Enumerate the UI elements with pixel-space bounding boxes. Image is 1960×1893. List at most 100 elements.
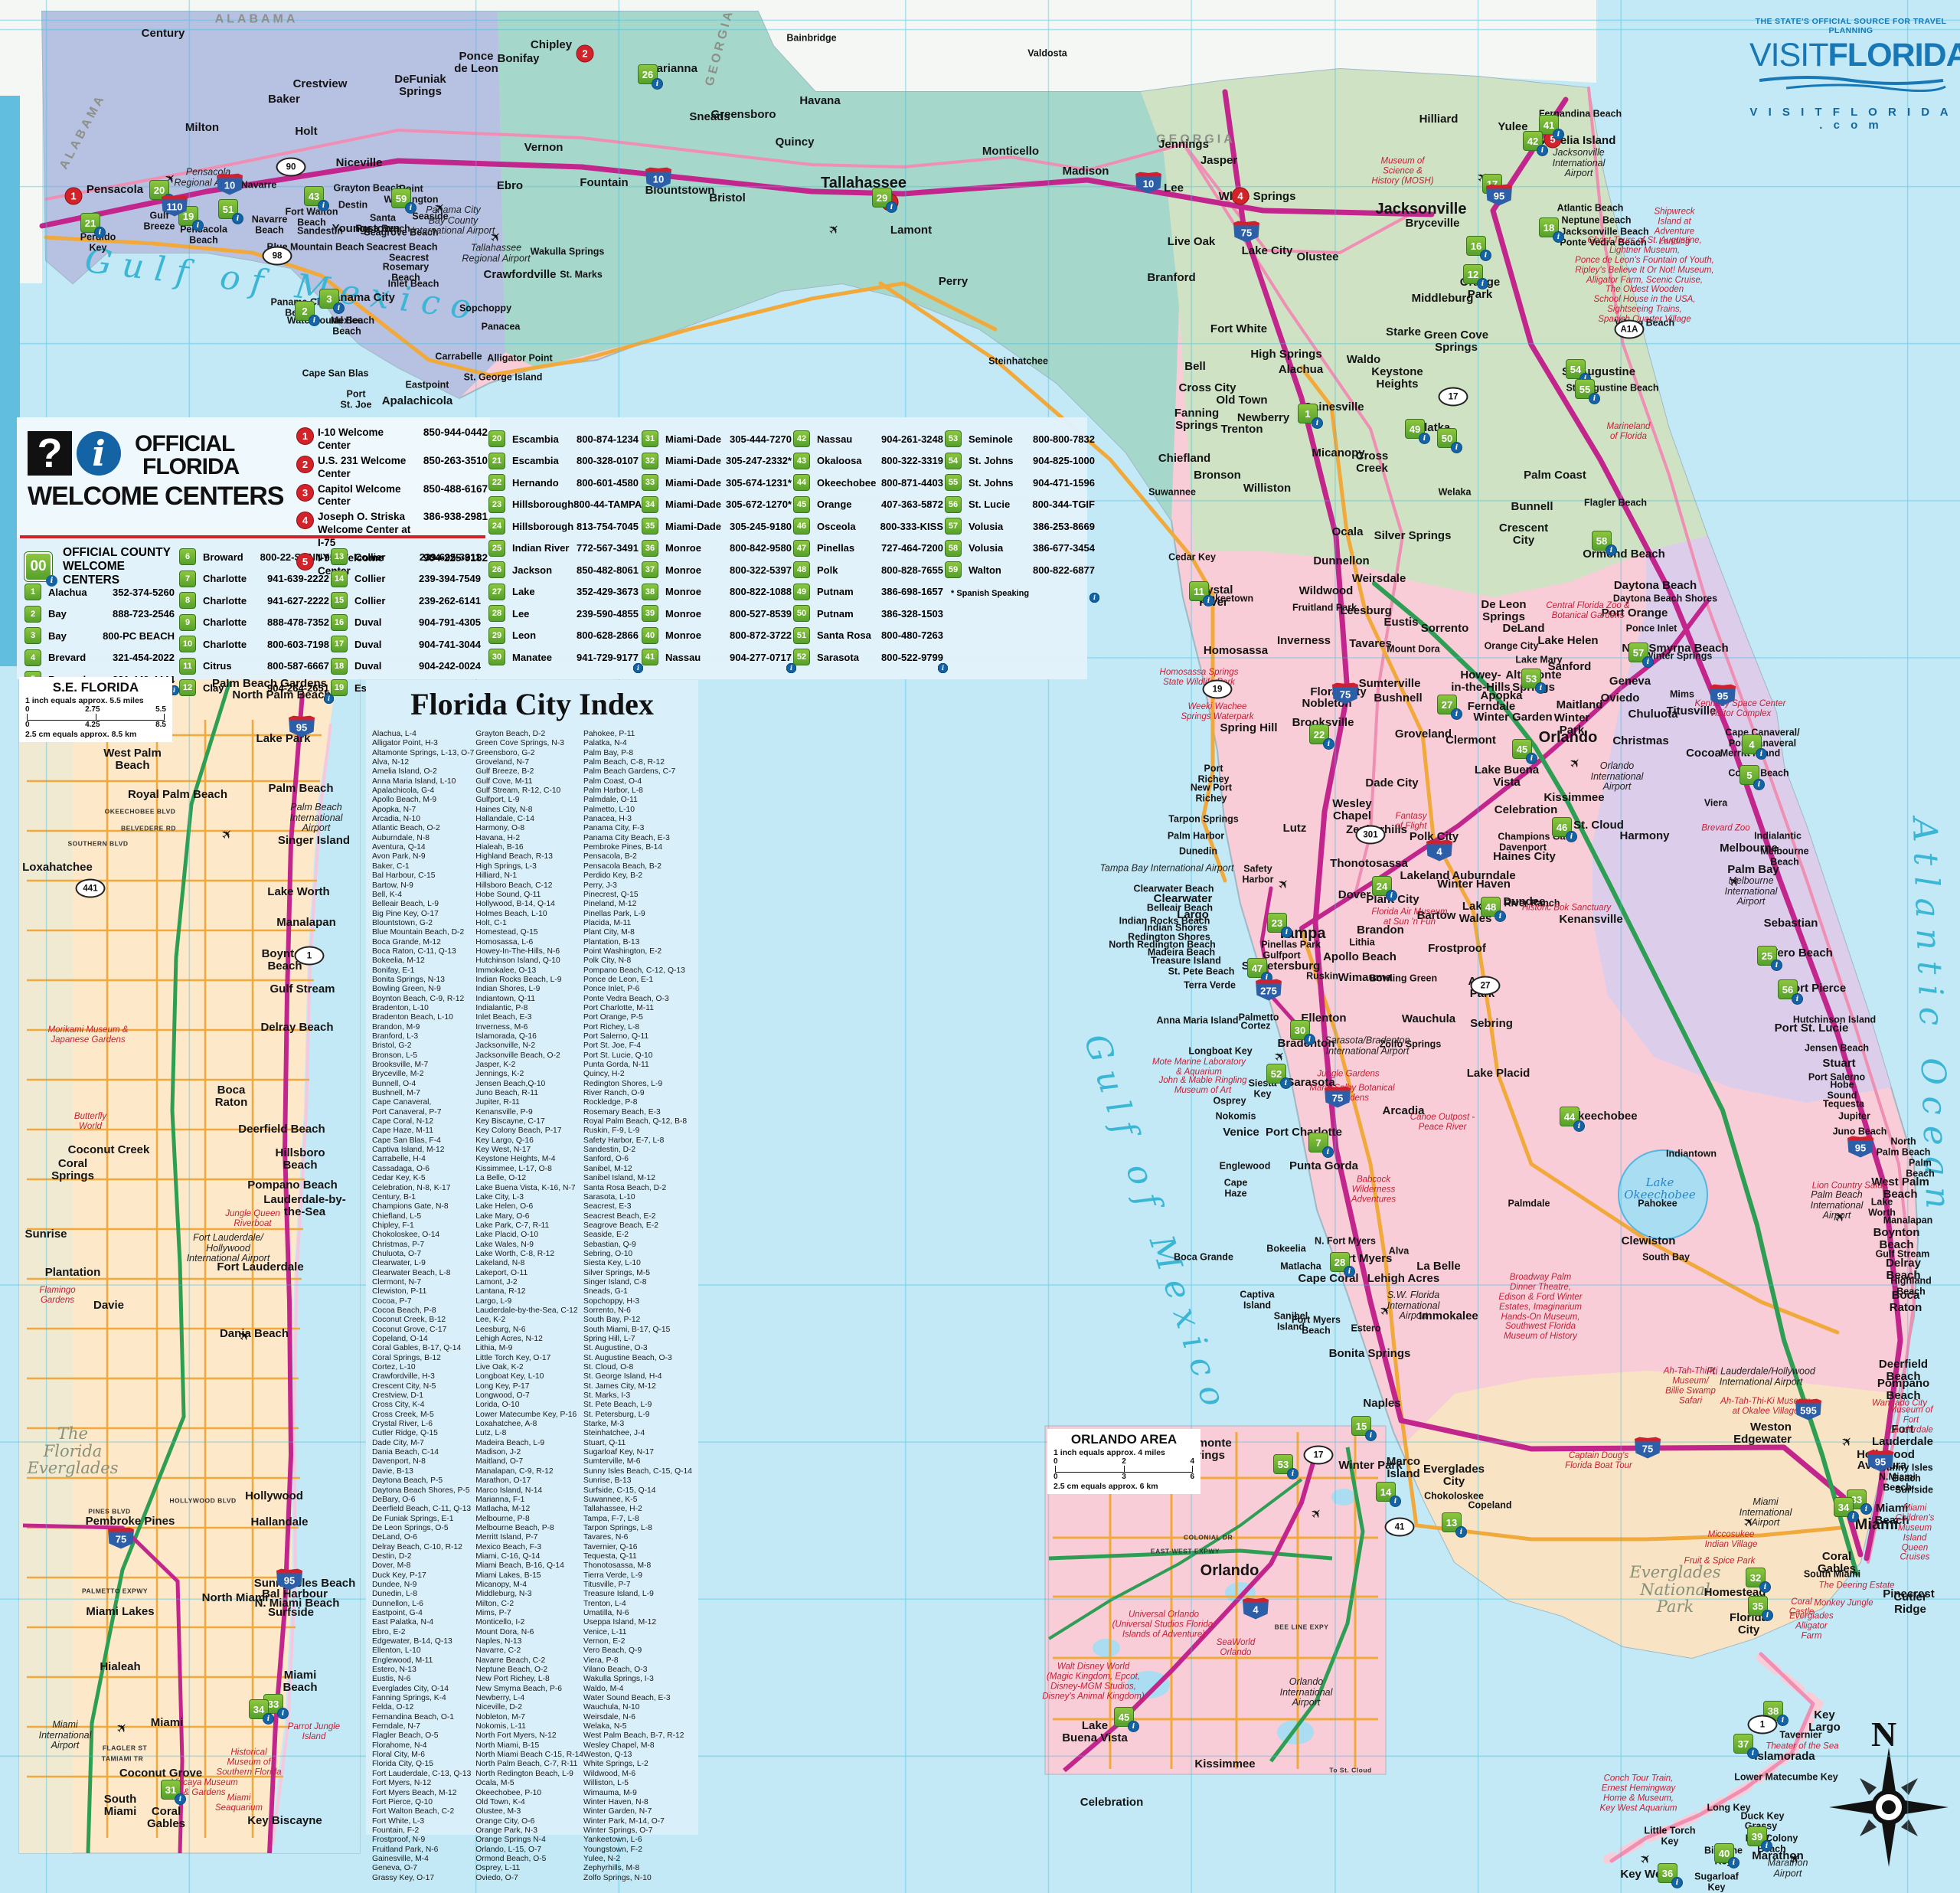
attraction-label: Marineland of Florida — [1607, 422, 1651, 442]
city-index-entry: Okeechobee, P-10 — [475, 1789, 583, 1798]
city-index-entry: Nokomis, L-11 — [475, 1722, 583, 1731]
county-number-badge: 53 — [945, 430, 962, 447]
city-index-entry: Punta Gorda, N-11 — [583, 1061, 692, 1070]
county-phone: 386-677-3454 — [1033, 542, 1095, 554]
map-label: Christmas — [1612, 735, 1668, 747]
city-index-entry: Loxahatchee, A-8 — [475, 1420, 583, 1429]
city-index-entry: Plant City, M-8 — [583, 928, 692, 937]
county-number-badge: 19 — [331, 679, 348, 696]
map-label: Tavares — [1349, 638, 1392, 650]
county-phone: 800-22-SUNNY — [260, 551, 329, 563]
map-label: Wauchula — [1402, 1013, 1455, 1025]
map-label: South Bay — [1642, 1252, 1690, 1263]
welcome-center-marker: 53 — [1521, 669, 1541, 688]
map-label: Jasper — [1200, 155, 1237, 167]
inset-label: Loxahatchee — [22, 861, 93, 874]
inset-label: Palm Beach — [268, 783, 333, 795]
city-index-entry: Sebastian, Q-9 — [583, 1241, 692, 1250]
city-index-entry: Key Colony Beach, P-17 — [475, 1126, 583, 1136]
inset-label: BEE LINE EXPY — [1275, 1623, 1329, 1630]
county-center-row: 48Polk800-828-7655 — [793, 559, 943, 581]
city-index-entry: Jensen Beach,Q-10 — [475, 1080, 583, 1089]
city-index-entry: Lantana, R-12 — [475, 1287, 583, 1296]
city-index-entry: Ruskin, F-9, L-9 — [583, 1126, 692, 1136]
city-index-entry: High Springs, L-3 — [475, 862, 583, 871]
inset-label: Winter Park — [1338, 1460, 1402, 1472]
official-center-phone: 850-944-0442 — [423, 427, 488, 438]
inset-label: Miami International Airport — [39, 1720, 92, 1751]
county-column: 13Collier239-695-331114Collier239-394-75… — [331, 546, 481, 699]
city-index-entry: Lake Wales, N-9 — [475, 1241, 583, 1250]
city-index-entry: Pinellas Park, L-9 — [583, 910, 692, 919]
map-label: Bonifay — [497, 53, 539, 65]
map-label: Fanning Springs — [1174, 407, 1219, 432]
county-phone: 305-245-9180 — [730, 521, 792, 532]
city-index-entry: Chokoloskee, O-14 — [372, 1231, 475, 1240]
county-name: Sarasota — [817, 652, 881, 663]
city-index-entry: Chipley, F-1 — [372, 1221, 475, 1231]
county-center-row: 52Sarasota800-522-9799 — [793, 646, 943, 669]
map-label: Jensen Beach — [1805, 1043, 1869, 1054]
inset-label: Flamingo Gardens — [39, 1286, 75, 1306]
city-index-entry: Howey-In-The-Hills, N-6 — [475, 947, 583, 956]
official-center-name: U.S. 231 Welcome Center — [318, 455, 419, 481]
city-index-entry: Branford, L-3 — [372, 1032, 475, 1041]
county-phone: 800-328-0107 — [577, 455, 639, 466]
city-index-entry: Orange City, O-6 — [475, 1817, 583, 1826]
logo-tagline: THE STATE'S OFFICIAL SOURCE FOR TRAVEL P… — [1749, 17, 1952, 35]
county-phone: 904-791-4305 — [419, 616, 481, 628]
inset-label: Manalapan — [276, 917, 336, 929]
county-center-row: 33Miami-Dade305-674-1231* — [642, 472, 792, 494]
map-label: Cross City — [1178, 382, 1236, 394]
city-index-entry: Williston, L-5 — [583, 1779, 692, 1788]
welcome-center-marker: 2 — [295, 301, 315, 321]
inset-label: Miami — [151, 1717, 184, 1729]
city-index-entry: New Port Richey, L-8 — [475, 1675, 583, 1684]
map-label: Sebring — [1470, 1018, 1513, 1030]
county-phone: 800-480-7263 — [881, 629, 943, 641]
county-name: Citrus — [203, 660, 267, 672]
city-index-entry: Fort Myers Beach, M-12 — [372, 1789, 475, 1798]
county-phone: 800-322-3319 — [881, 455, 943, 466]
map-label: Sandestin — [297, 226, 343, 237]
inset-label: Plantation — [45, 1267, 101, 1279]
attraction-label: Babcock Wilderness Adventures — [1351, 1175, 1396, 1205]
city-index-entry: Lutz, L-8 — [475, 1429, 583, 1438]
city-index-entry: Cortez, L-10 — [372, 1363, 475, 1372]
city-index-entry: Fanning Springs, K-4 — [372, 1694, 475, 1703]
county-center-row: 18Duval904-242-0024 — [331, 656, 481, 678]
city-index-entry: Milton, C-2 — [475, 1600, 583, 1609]
map-label: Perry — [939, 276, 968, 288]
city-index-entry: St. Petersburg, L-9 — [583, 1411, 692, 1420]
welcome-center-marker: 22 — [1309, 724, 1329, 744]
map-label: Lower Matecumbe Key — [1734, 1772, 1838, 1783]
county-name: Monroe — [665, 608, 730, 620]
city-index-entry: Melbourne Beach, P-8 — [475, 1524, 583, 1533]
city-index-entry: Green Cove Springs, N-3 — [475, 739, 583, 748]
city-index-entry: Sunrise, B-13 — [583, 1476, 692, 1486]
map-label: Clermont — [1446, 734, 1496, 747]
city-index-entry: Seacrest Beach, E-2 — [583, 1212, 692, 1221]
city-index-entry: Coral Springs, B-12 — [372, 1354, 475, 1363]
county-name: St. Johns — [969, 455, 1033, 466]
city-index-entry: Port Orange, P-5 — [583, 1013, 692, 1022]
city-index-entry: Sandestin, D-2 — [583, 1146, 692, 1155]
map-label: St. Cloud — [1573, 819, 1624, 832]
city-index-entry: Longwood, O-7 — [475, 1391, 583, 1401]
county-phone: 904-277-0717 — [730, 652, 792, 663]
county-number-badge: 29 — [488, 627, 505, 644]
inset-label: West Palm Beach — [103, 747, 162, 772]
county-number-badge: 43 — [793, 453, 810, 469]
city-index-entry: Vernon, E-2 — [583, 1637, 692, 1646]
county-center-row: 13Collier239-695-3311 — [331, 546, 481, 568]
map-label: Inverness — [1277, 635, 1331, 647]
welcome-center-marker: 50 — [1437, 428, 1457, 448]
city-index-entry: Boynton Beach, C-9, R-12 — [372, 995, 475, 1004]
map-label: Weston — [1750, 1421, 1792, 1434]
county-center-row: 30Manatee941-729-9177 — [488, 646, 639, 669]
map-label: Wakulla Springs — [531, 247, 605, 257]
city-index-entry: Bartow, N-9 — [372, 881, 475, 891]
county-name: Clay — [203, 682, 267, 694]
official-center-phone: 386-938-2981 — [423, 511, 488, 522]
city-index-entry: Fort Lauderdale, C-13, Q-13 — [372, 1770, 475, 1779]
